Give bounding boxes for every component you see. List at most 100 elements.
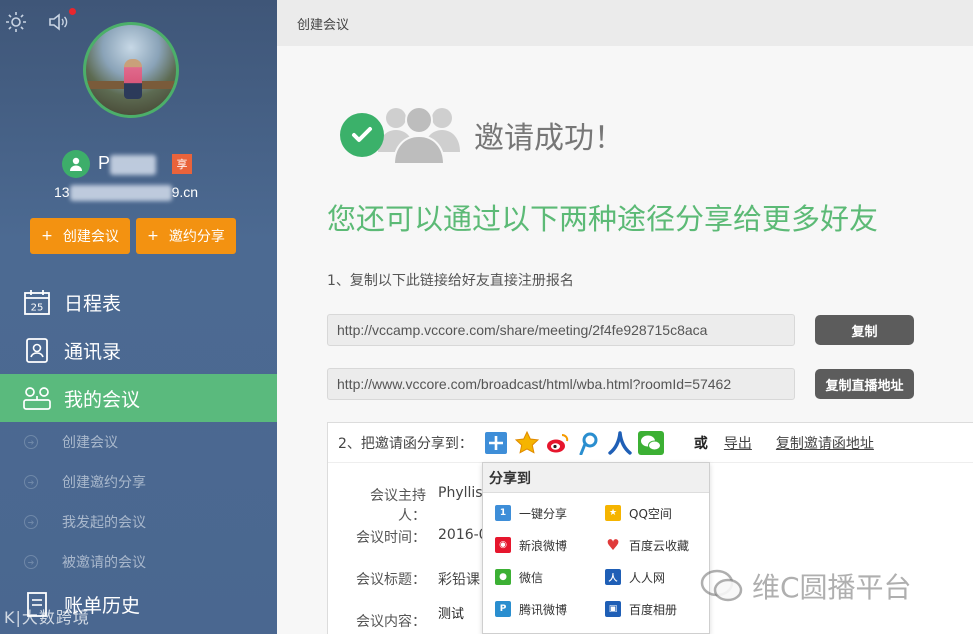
share-item-wechat[interactable]: ● 微信: [495, 561, 605, 593]
share-item-sina-weibo[interactable]: ◉ 新浪微博: [495, 529, 605, 561]
step1-instruction: 1、复制以下此链接给好友直接注册报名: [327, 273, 574, 289]
notification-dot: [69, 8, 76, 15]
settings-gear-icon[interactable]: [4, 10, 28, 34]
create-meeting-label: 创建会议: [62, 229, 119, 245]
share-item-label: QQ空间: [629, 506, 672, 521]
sub-item-my-initiated[interactable]: ➔ 我发起的会议: [0, 502, 277, 542]
sina-weibo-icon: ◉: [495, 537, 511, 553]
sub-item-invited[interactable]: ➔ 被邀请的会议: [0, 542, 277, 582]
calendar-icon: 25: [22, 287, 52, 317]
share-item-baidu-album[interactable]: ▣ 百度相册: [605, 593, 715, 625]
breadcrumb: 创建会议: [297, 17, 350, 33]
share-item-label: 微信: [519, 570, 544, 585]
share-item-baidu-favorite[interactable]: ♥ 百度云收藏: [605, 529, 715, 561]
sub-item-label: 被邀请的会议: [62, 555, 146, 571]
wechat-icon[interactable]: [637, 430, 664, 456]
form-label: 会议时间：: [356, 530, 426, 546]
renren-icon[interactable]: [607, 430, 633, 456]
email-suffix: 9.cn: [171, 184, 199, 200]
tencent-weibo-icon[interactable]: [576, 430, 602, 456]
nav-item-my-meetings[interactable]: 我的会议: [0, 374, 277, 422]
tencent-weibo-small-icon: P: [495, 601, 511, 617]
baidu-album-icon: ▣: [605, 601, 621, 617]
share-dropdown-title: 分享到: [483, 463, 709, 493]
name-redaction: [110, 154, 157, 175]
share-plus-icon[interactable]: [483, 430, 509, 456]
sub-item-label: 创建会议: [62, 435, 118, 451]
nav-item-contacts[interactable]: 通讯录: [0, 326, 277, 374]
plus-icon: +: [147, 228, 159, 244]
share-icons: [483, 430, 664, 456]
plus-icon: +: [41, 228, 53, 244]
user-icon: [62, 150, 90, 178]
form-value: 彩铅课: [438, 572, 480, 588]
one-click-share-icon: 1: [495, 505, 511, 521]
share-item-renren[interactable]: 人 人人网: [605, 561, 715, 593]
sub-item-label: 创建邀约分享: [62, 475, 146, 491]
sub-item-create-meeting[interactable]: ➔ 创建会议: [0, 422, 277, 462]
or-label: 或: [693, 435, 708, 452]
share-item-label: 腾讯微博: [519, 602, 568, 617]
meeting-link-field[interactable]: http://vccamp.vccore.com/share/meeting/2…: [327, 314, 795, 346]
form-row-content: 会议内容： 测试: [344, 607, 464, 631]
share-item-tencent-weibo[interactable]: P 腾讯微博: [495, 593, 605, 625]
qzone-star-icon[interactable]: [514, 430, 540, 456]
share-item-one-click[interactable]: 1 一键分享: [495, 497, 605, 529]
share-item-label: 一键分享: [519, 506, 568, 521]
sidebar: P 享 13 9.cn + 创建会议 + 邀约分享 25 日程表 通讯录 我的会…: [0, 0, 277, 634]
user-email: 13 9.cn: [54, 184, 199, 202]
sidebar-nav: 25 日程表 通讯录 我的会议 ➔ 创建会议 ➔ 创建邀约分享 ➔ 我发起的会议: [0, 278, 277, 626]
broadcast-link-field[interactable]: http://www.vccore.com/broadcast/html/wba…: [327, 368, 795, 400]
nav-item-my-meetings-label: 我的会议: [64, 388, 141, 411]
wechat-watermark-icon: [700, 569, 743, 602]
group-users-icon: [374, 100, 464, 170]
user-name-visible: P: [98, 153, 111, 174]
share-item-label: 百度相册: [629, 602, 678, 617]
page-header: 创建会议: [277, 0, 973, 46]
watermark-right: 维C圆播平台: [700, 566, 912, 606]
user-name: P: [98, 153, 157, 175]
form-value: Phyllis: [438, 485, 483, 501]
form-label: 会议内容：: [356, 614, 426, 630]
copy-broadcast-button[interactable]: 复制直播地址: [815, 369, 914, 399]
export-link[interactable]: 导出: [724, 433, 752, 453]
avatar-person: [124, 59, 142, 99]
share-item-label: 人人网: [629, 570, 666, 585]
arrow-circle-icon: ➔: [24, 475, 38, 489]
watermark-left: K|大数跨境: [4, 608, 90, 627]
speaker-icon[interactable]: [46, 8, 76, 34]
form-label: 会议主持人：: [370, 488, 426, 524]
copy-invite-link[interactable]: 复制邀请函地址: [776, 433, 874, 453]
qzone-icon: ★: [605, 505, 621, 521]
nav-item-calendar[interactable]: 25 日程表: [0, 278, 277, 326]
arrow-circle-icon: ➔: [24, 435, 38, 449]
weibo-icon[interactable]: [545, 430, 571, 456]
share-item-label: 百度云收藏: [629, 538, 690, 553]
share-badge: 享: [172, 154, 193, 174]
email-redaction: [69, 185, 172, 202]
arrow-circle-icon: ➔: [24, 515, 38, 529]
arrow-circle-icon: ➔: [24, 555, 38, 569]
share-dropdown: 分享到 1 一键分享 ★ QQ空间 ◉ 新浪微博 ♥ 百度云收藏 ● 微信 人 …: [482, 462, 710, 634]
form-row-title: 会议标题： 彩铅课: [344, 569, 480, 589]
share-heading: 您还可以通过以下两种途径分享给更多好友: [327, 202, 879, 236]
form-label: 会议标题：: [356, 572, 426, 588]
heart-icon: ♥: [606, 536, 620, 554]
email-prefix: 13: [54, 184, 70, 200]
form-row-host: 会议主持人： Phyllis: [344, 485, 483, 525]
sub-item-create-invite[interactable]: ➔ 创建邀约分享: [0, 462, 277, 502]
renren-small-icon: 人: [605, 569, 621, 585]
create-meeting-button[interactable]: + 创建会议: [30, 218, 130, 254]
form-row-time: 会议时间： 2016-0: [344, 527, 488, 547]
avatar[interactable]: [83, 22, 179, 118]
invite-share-button[interactable]: + 邀约分享: [136, 218, 236, 254]
share-bar: 2、把邀请函分享到： 或 导出 复制邀请函地址: [328, 423, 973, 463]
share-item-qzone[interactable]: ★ QQ空间: [605, 497, 715, 529]
success-message: 邀请成功！: [474, 121, 624, 156]
nav-item-contacts-label: 通讯录: [64, 340, 122, 363]
copy-button[interactable]: 复制: [815, 315, 914, 345]
user-row: P 享: [62, 150, 193, 178]
calendar-day-number: 25: [31, 303, 44, 314]
top-icons: [4, 8, 76, 34]
sub-item-label: 我发起的会议: [62, 515, 146, 531]
